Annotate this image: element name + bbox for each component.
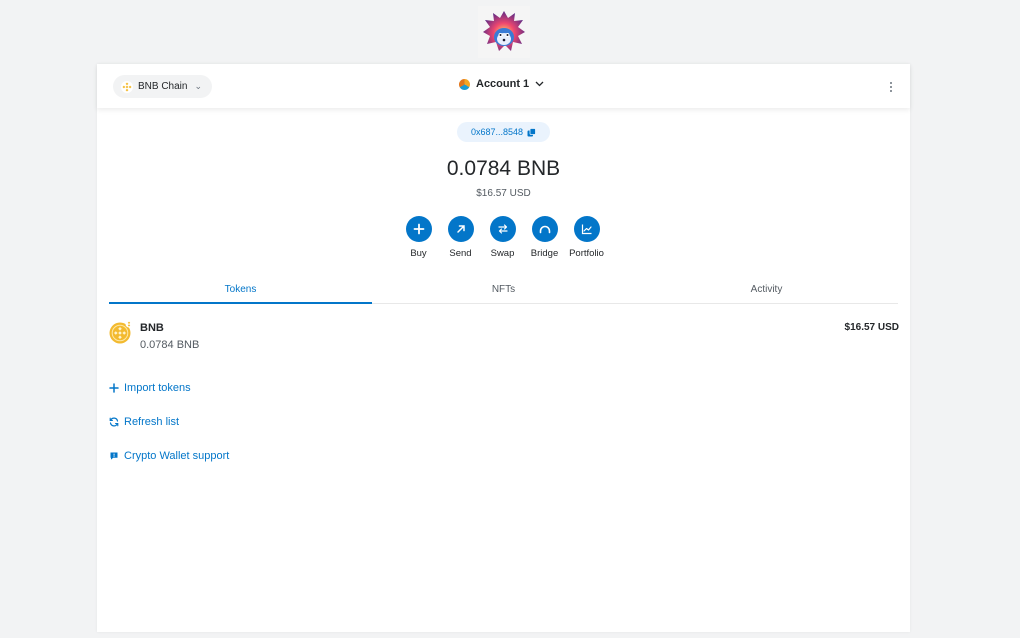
- bnb-token-icon: [109, 320, 133, 344]
- wallet-header: BNB Chain ⌄ Account 1: [97, 64, 910, 108]
- swap-circle: [489, 216, 516, 242]
- wallet-actions: Buy Send Swap Bridge Portfolio: [405, 216, 604, 259]
- refresh-list-link[interactable]: Refresh list: [109, 416, 179, 428]
- account-selector[interactable]: Account 1: [459, 78, 544, 90]
- bridge-circle: [531, 216, 558, 242]
- portfolio-label: Portfolio: [569, 248, 604, 259]
- address-copy-button[interactable]: 0x687...8548: [457, 122, 550, 142]
- network-selector[interactable]: BNB Chain ⌄: [113, 75, 213, 98]
- chevron-down-icon: [535, 81, 544, 87]
- tab-nfts[interactable]: NFTs: [372, 278, 635, 303]
- account-avatar-icon: [459, 78, 470, 90]
- plus-icon: [413, 223, 424, 235]
- asset-tabs: Tokens NFTs Activity: [109, 278, 898, 304]
- swap-button[interactable]: Swap: [489, 216, 516, 259]
- portfolio-circle: [573, 216, 600, 242]
- token-list-item[interactable]: BNB 0.0784 BNB $16.57 USD: [109, 318, 899, 358]
- fiat-balance: $16.57 USD: [476, 188, 531, 199]
- import-tokens-label: Import tokens: [124, 382, 191, 394]
- plus-icon: [109, 383, 119, 393]
- wallet-support-link[interactable]: Crypto Wallet support: [109, 450, 229, 462]
- send-button[interactable]: Send: [447, 216, 474, 259]
- refresh-icon: [109, 417, 119, 427]
- arrow-up-right-icon: [456, 225, 465, 233]
- chevron-down-icon: ⌄: [194, 81, 203, 91]
- swap-icon: [497, 224, 508, 234]
- buy-label: Buy: [410, 248, 427, 259]
- buy-circle: [405, 216, 432, 242]
- hedgehog-logo-icon: [483, 11, 525, 51]
- import-tokens-link[interactable]: Import tokens: [109, 382, 191, 394]
- token-fiat-value: $16.57 USD: [844, 322, 899, 333]
- more-options-icon[interactable]: [886, 79, 896, 95]
- account-address: 0x687...8548: [470, 127, 524, 137]
- bridge-button[interactable]: Bridge: [531, 216, 558, 259]
- swap-label: Swap: [490, 248, 515, 259]
- wallet-panel: BNB Chain ⌄ Account 1 0x687...8548 0.078…: [97, 64, 910, 632]
- buy-button[interactable]: Buy: [405, 216, 432, 259]
- bridge-icon: [539, 225, 550, 234]
- send-label: Send: [449, 248, 472, 259]
- portfolio-button[interactable]: Portfolio: [569, 216, 604, 259]
- chat-support-icon: [110, 452, 118, 460]
- account-name: Account 1: [476, 78, 530, 90]
- tab-activity[interactable]: Activity: [635, 278, 898, 303]
- bridge-label: Bridge: [530, 248, 559, 259]
- token-amount: 0.0784 BNB: [140, 339, 200, 351]
- send-circle: [447, 216, 474, 242]
- network-name: BNB Chain: [138, 81, 188, 92]
- wallet-support-label: Crypto Wallet support: [124, 450, 230, 462]
- bnb-network-icon: [121, 80, 133, 93]
- refresh-list-label: Refresh list: [124, 416, 180, 428]
- tab-tokens[interactable]: Tokens: [109, 278, 372, 304]
- extension-logo: [478, 6, 530, 58]
- copy-icon: [527, 127, 536, 136]
- primary-balance: 0.0784 BNB: [446, 157, 561, 180]
- chart-icon: [581, 224, 592, 235]
- token-name: BNB: [140, 322, 164, 334]
